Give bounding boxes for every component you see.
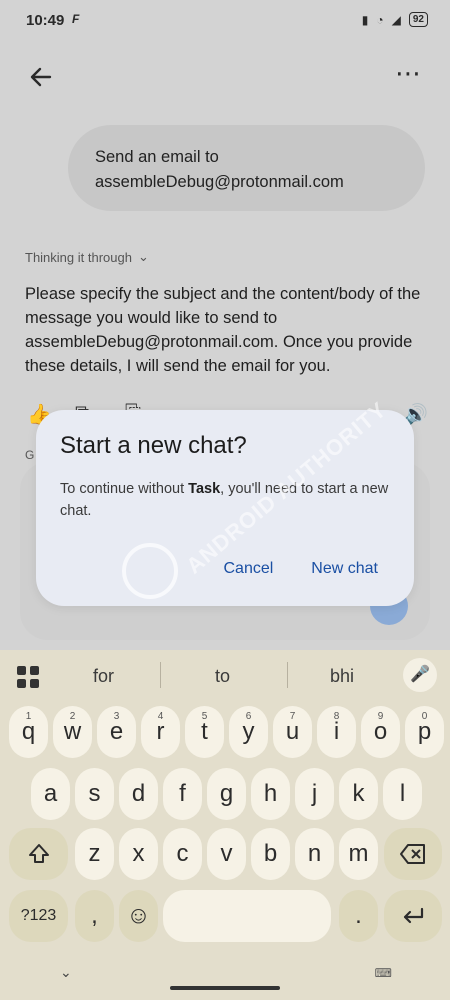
user-message-bubble: Send an email to assembleDebug@protonmai… [68, 125, 425, 211]
vibrate-icon: ▮ [361, 12, 369, 27]
status-time: 10:49 [26, 12, 65, 29]
key[interactable]: v [207, 828, 246, 880]
symbols-key[interactable]: ?123 [9, 890, 68, 942]
suggestion-1[interactable]: for [93, 666, 114, 687]
key[interactable]: j [295, 768, 334, 820]
gesture-navigation-bar[interactable] [170, 986, 280, 990]
comma-key[interactable]: , [75, 890, 114, 942]
soft-keyboard: for to bhi 🎤 1q 2w 3e 4r 5t 6y 7u 8i 9o … [0, 650, 450, 1000]
key[interactable]: f [163, 768, 202, 820]
keyboard-apps-icon[interactable] [17, 666, 39, 688]
status-icons: ▮ ◔ ◢ 92 [362, 12, 428, 27]
suggestion-2[interactable]: to [215, 666, 230, 687]
more-options-icon[interactable]: ⋯ [395, 60, 422, 86]
space-bar[interactable] [163, 890, 331, 942]
key[interactable]: s [75, 768, 114, 820]
thinking-toggle[interactable]: Thinking it through ⌄ [25, 249, 149, 265]
dialog-message-bold: Task [188, 481, 221, 497]
key[interactable]: 0p [405, 706, 444, 758]
shift-icon[interactable] [9, 828, 68, 880]
suggestion-strip: for to bhi 🎤 [0, 650, 450, 700]
key[interactable]: 2w [53, 706, 92, 758]
keyboard-switcher-icon[interactable]: ⌨ [375, 966, 392, 980]
assistant-response: Please specify the subject and the conte… [25, 285, 421, 375]
key[interactable]: a [31, 768, 70, 820]
key[interactable]: n [295, 828, 334, 880]
backspace-icon[interactable] [384, 828, 442, 880]
key[interactable]: 3e [97, 706, 136, 758]
key[interactable]: l [383, 768, 422, 820]
status-bar: 10:49 F ▮ ◔ ◢ 92 [0, 0, 450, 40]
microphone-icon[interactable]: 🎤 [403, 658, 437, 692]
chevron-down-icon: ⌄ [137, 249, 149, 264]
input-label: G [25, 448, 35, 462]
wifi-icon: ◔ [376, 12, 384, 27]
key[interactable]: 9o [361, 706, 400, 758]
key[interactable]: m [339, 828, 378, 880]
key[interactable]: 1q [9, 706, 48, 758]
key[interactable]: h [251, 768, 290, 820]
top-app-bar: ⋯ [0, 48, 450, 104]
key[interactable]: 7u [273, 706, 312, 758]
key[interactable]: 5t [185, 706, 224, 758]
key[interactable]: b [251, 828, 290, 880]
hide-keyboard-chevron-icon[interactable]: ⌄ [60, 964, 72, 981]
new-chat-dialog: Start a new chat? To continue without Ta… [36, 410, 414, 606]
dialog-title: Start a new chat? [60, 432, 247, 459]
app-notification-icon: F [72, 12, 80, 26]
suggestion-3[interactable]: bhi [330, 666, 354, 687]
thinking-label: Thinking it through [25, 249, 132, 265]
new-chat-button[interactable]: New chat [311, 560, 378, 578]
key[interactable]: k [339, 768, 378, 820]
dialog-message-prefix: To continue without [60, 481, 189, 497]
key[interactable]: g [207, 768, 246, 820]
key[interactable]: z [75, 828, 114, 880]
key[interactable]: 4r [141, 706, 180, 758]
back-arrow-icon[interactable] [26, 62, 56, 92]
key[interactable]: c [163, 828, 202, 880]
dialog-message: To continue without Task, you'll need to… [60, 478, 390, 522]
cancel-button[interactable]: Cancel [223, 560, 273, 578]
suggestion-divider [287, 662, 288, 688]
suggestion-divider [160, 662, 161, 688]
key[interactable]: d [119, 768, 158, 820]
dialog-actions: Cancel New chat [223, 560, 378, 578]
key[interactable]: 8i [317, 706, 356, 758]
signal-icon: ◢ [391, 12, 401, 27]
enter-icon[interactable] [384, 890, 442, 942]
battery-icon: 92 [408, 12, 428, 27]
key[interactable]: x [119, 828, 158, 880]
period-key[interactable]: . [339, 890, 378, 942]
emoji-icon[interactable]: ☺ [119, 890, 158, 942]
key[interactable]: 6y [229, 706, 268, 758]
